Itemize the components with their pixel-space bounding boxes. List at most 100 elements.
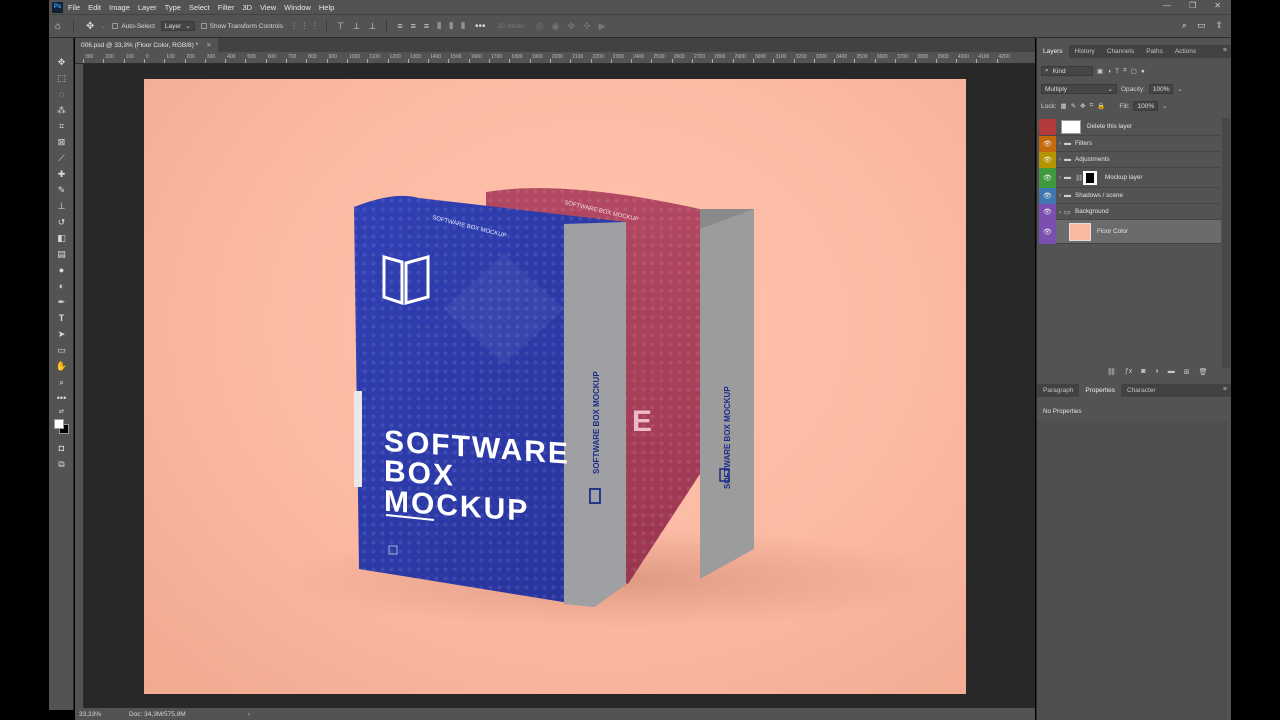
minimize-icon[interactable]: — (1163, 1, 1171, 10)
add-mask-icon[interactable]: ◙ (1141, 368, 1145, 376)
link-layers-icon[interactable]: ⛓ (1107, 368, 1116, 376)
tab-character[interactable]: Character (1121, 384, 1162, 397)
menu-view[interactable]: View (260, 3, 276, 12)
photoshop-logo-icon[interactable]: Ps (52, 1, 63, 13)
eye-icon[interactable]: 👁 (1039, 135, 1056, 152)
zoom-level[interactable]: 33,33% (79, 711, 129, 718)
filter-type-icon[interactable]: T (1115, 68, 1119, 75)
crop-tool-icon[interactable]: ⌗ (55, 120, 68, 132)
show-transform-checkbox[interactable]: Show Transform Controls (200, 23, 283, 30)
document-canvas[interactable]: SOFTWARE BOX MOCKUP E SOFTWARE BOX MOCKU… (144, 79, 966, 694)
distribute-middle-icon[interactable]: ≡ (411, 21, 416, 32)
fx-icon[interactable]: ƒx (1125, 368, 1132, 376)
menu-filter[interactable]: Filter (218, 3, 235, 12)
eye-icon[interactable]: 👁 (1039, 167, 1056, 188)
align-left-icon[interactable]: ⫶ (293, 21, 295, 32)
tab-paths[interactable]: Paths (1140, 45, 1169, 58)
layer-mask-thumbnail[interactable] (1083, 170, 1097, 185)
tab-properties[interactable]: Properties (1079, 384, 1121, 397)
tab-history[interactable]: History (1069, 45, 1101, 58)
eraser-tool-icon[interactable]: ◧ (55, 232, 68, 244)
align-right-icon[interactable]: ⫶ (314, 21, 316, 32)
align-middle-icon[interactable]: ⊥ (353, 21, 361, 32)
blur-tool-icon[interactable]: ● (55, 264, 68, 276)
3d-slide-icon[interactable]: ✣ (583, 21, 591, 32)
close-icon[interactable]: ✕ (1214, 1, 1221, 10)
quick-select-tool-icon[interactable]: ⁂ (55, 104, 68, 116)
quick-mask-icon[interactable]: ◘ (55, 442, 68, 454)
layer-row[interactable]: 👁 › ▬ ⛓ Mockup layer (1039, 167, 1221, 188)
document-tab[interactable]: 006.psd @ 33,3% (Floor Color, RGB/8) * ✕ (75, 38, 218, 52)
filter-smart-object-icon[interactable]: ▢ (1131, 67, 1137, 75)
align-bottom-icon[interactable]: ⊥ (368, 21, 376, 32)
status-arrow-icon[interactable]: › (248, 711, 250, 718)
history-brush-tool-icon[interactable]: ↺ (55, 216, 68, 228)
menu-layer[interactable]: Layer (138, 3, 157, 12)
distribute-top-icon[interactable]: ≡ (397, 21, 402, 32)
eye-icon[interactable]: 👁 (1039, 203, 1056, 220)
eye-icon[interactable]: 👁 (1039, 187, 1056, 204)
search-icon[interactable]: ⌕ (1182, 20, 1187, 31)
panel-menu-icon[interactable]: ≡ (1223, 386, 1227, 393)
auto-select-checkbox[interactable]: Auto-Select (112, 23, 155, 30)
move-tool-icon[interactable]: ✥ (86, 21, 94, 32)
blend-mode-select[interactable]: Multiply ⌄ (1041, 84, 1117, 94)
filter-toggle-icon[interactable]: ● (1141, 68, 1145, 75)
brush-tool-icon[interactable]: ✎ (55, 184, 68, 196)
link-icon[interactable]: ⛓ (1075, 174, 1083, 182)
pen-tool-icon[interactable]: ✒ (55, 296, 68, 308)
layer-row[interactable]: 👁 ⌄ ▭ Background (1039, 203, 1221, 220)
document-info[interactable]: Doc: 34,3M/575,8M (129, 711, 186, 718)
layers-scrollbar[interactable] (1222, 118, 1230, 368)
shape-tool-icon[interactable]: ▭ (55, 344, 68, 356)
filter-shape-icon[interactable]: ⌗ (1123, 67, 1127, 75)
fill-input[interactable]: 100% (1133, 101, 1159, 111)
tab-paragraph[interactable]: Paragraph (1037, 384, 1079, 397)
new-group-icon[interactable]: ▬ (1168, 368, 1175, 376)
move-tool-icon[interactable]: ✥ (55, 56, 68, 68)
more-options-icon[interactable]: ••• (475, 21, 486, 32)
close-tab-icon[interactable]: ✕ (206, 41, 211, 49)
menu-select[interactable]: Select (189, 3, 210, 12)
healing-brush-tool-icon[interactable]: ✚ (55, 168, 68, 180)
edit-toolbar-icon[interactable]: ••• (55, 392, 68, 404)
menu-3d[interactable]: 3D (242, 3, 252, 12)
foreground-color-swatch[interactable] (54, 419, 64, 429)
layer-kind-filter[interactable]: ⌕ Kind (1041, 66, 1093, 76)
layer-row-selected[interactable]: 👁 Floor Color (1039, 219, 1221, 244)
opacity-input[interactable]: 100% (1148, 84, 1174, 94)
tool-preset-chevron-icon[interactable]: ⌄ (100, 22, 106, 30)
3d-orbit-icon[interactable]: ◎ (536, 21, 544, 32)
workspace-icon[interactable]: ▭ (1197, 20, 1206, 31)
3d-roll-icon[interactable]: ◉ (552, 21, 560, 32)
restore-icon[interactable]: ❐ (1189, 1, 1196, 10)
align-center-icon[interactable]: ⫶ (303, 21, 305, 32)
lock-position-icon[interactable]: ✥ (1080, 102, 1085, 110)
filter-adjustment-icon[interactable]: ◑ (1107, 68, 1111, 75)
layer-row[interactable]: 👁 › ▬ Filters (1039, 135, 1221, 152)
3d-video-icon[interactable]: ▶ (599, 21, 606, 32)
chevron-right-icon[interactable]: › (1056, 141, 1064, 147)
frame-tool-icon[interactable]: ⊠ (55, 136, 68, 148)
marquee-tool-icon[interactable]: ⬚ (55, 72, 68, 84)
distribute-bottom-icon[interactable]: ≡ (424, 21, 429, 32)
menu-file[interactable]: File (68, 3, 80, 12)
panel-menu-icon[interactable]: ≡ (1223, 47, 1227, 54)
layer-row[interactable]: 👁 › ▬ Adjustments (1039, 151, 1221, 168)
lock-artboard-icon[interactable]: ⌗ (1090, 102, 1094, 110)
eyedropper-tool-icon[interactable]: ⟋ (55, 152, 68, 164)
chevron-down-icon[interactable]: ⌄ (1162, 102, 1167, 110)
lock-all-icon[interactable]: 🔒 (1097, 102, 1105, 110)
menu-window[interactable]: Window (284, 3, 311, 12)
gradient-tool-icon[interactable]: ▤ (55, 248, 68, 260)
distribute-right-icon[interactable]: ⦀ (461, 21, 465, 32)
new-layer-icon[interactable]: ⊞ (1184, 368, 1190, 376)
layer-row[interactable]: 👁 › ▬ Shadows / scene (1039, 187, 1221, 204)
type-tool-icon[interactable]: T (55, 312, 68, 324)
hand-tool-icon[interactable]: ✋ (55, 360, 68, 372)
clone-stamp-tool-icon[interactable]: ⊥ (55, 200, 68, 212)
layer-row[interactable]: Delete this layer (1039, 118, 1221, 136)
distribute-center-icon[interactable]: ⦀ (449, 21, 453, 32)
screen-mode-icon[interactable]: ⧉ (55, 458, 68, 470)
default-colors-icon[interactable]: ⇄ (55, 406, 68, 418)
